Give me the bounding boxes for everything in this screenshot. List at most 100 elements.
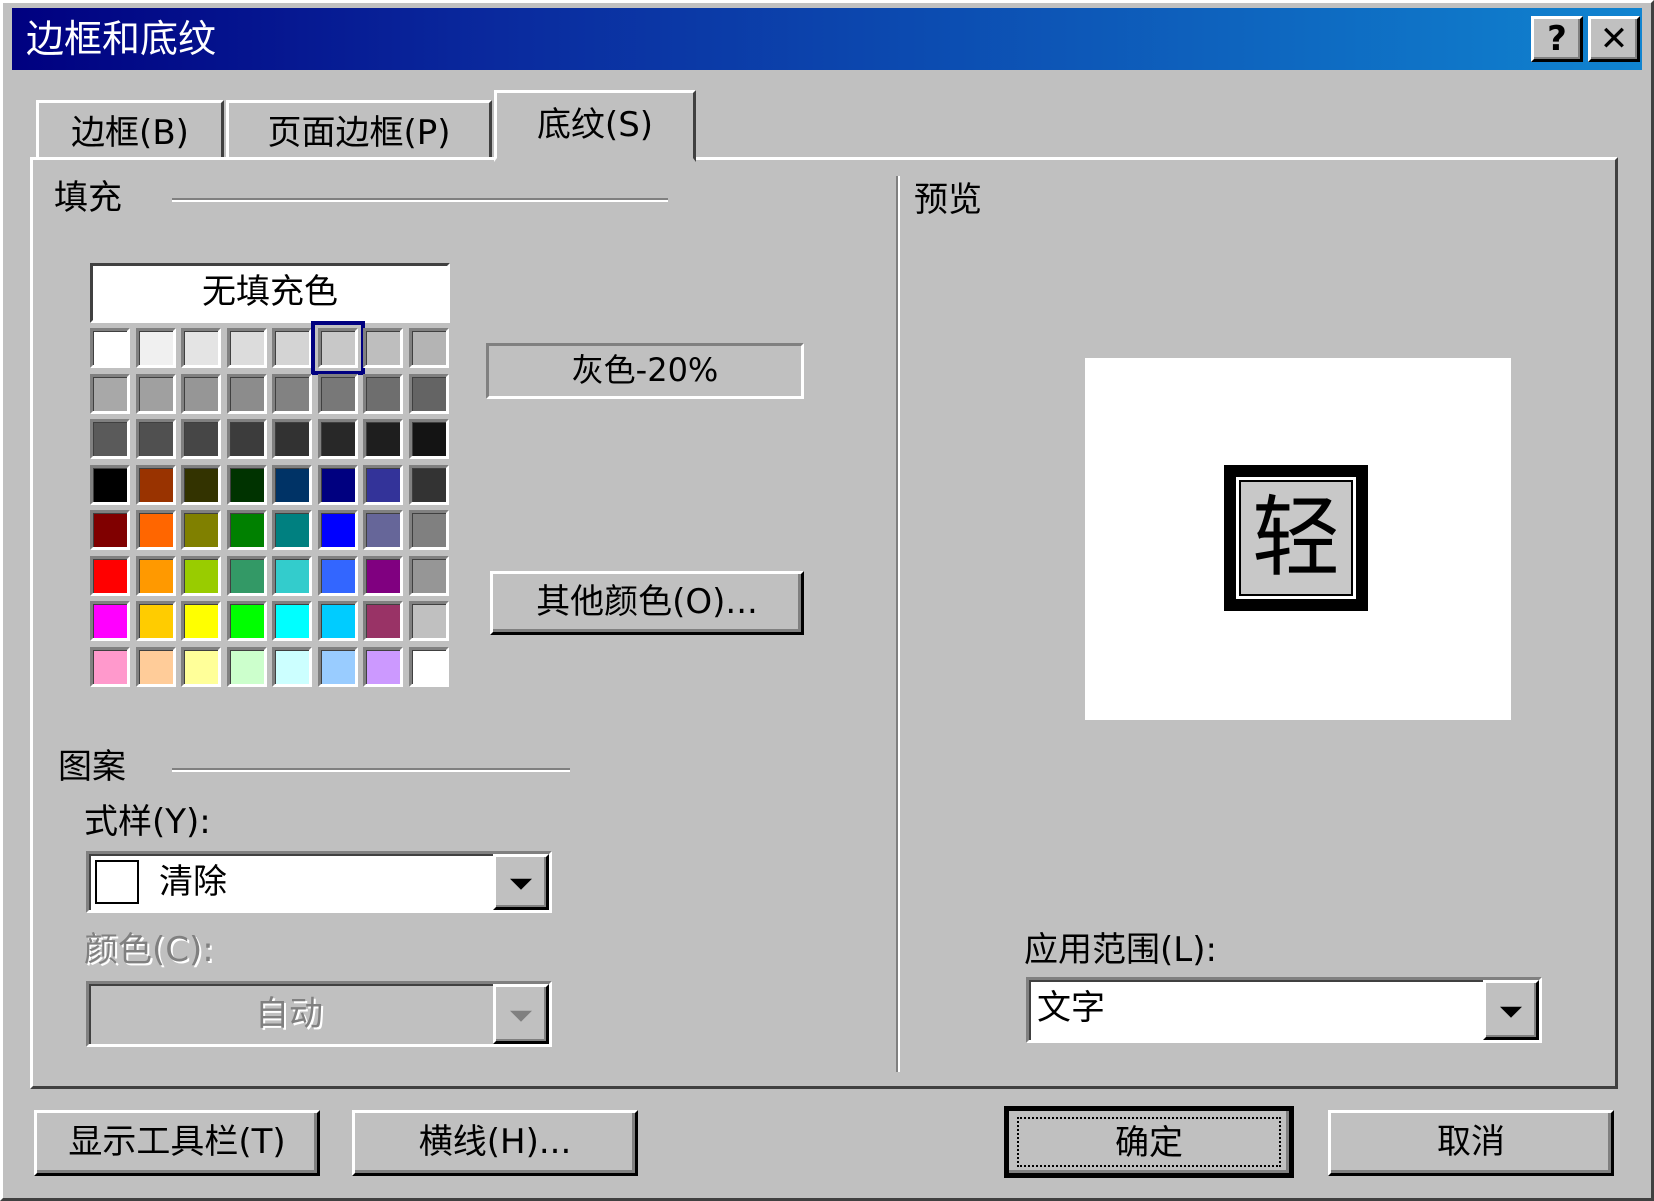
- color-swatch[interactable]: [135, 555, 176, 596]
- tab-borders[interactable]: 边框(B): [36, 100, 224, 160]
- help-icon: ?: [1547, 19, 1567, 59]
- color-swatch[interactable]: [90, 373, 130, 414]
- color-swatch[interactable]: [272, 646, 312, 687]
- color-swatch[interactable]: [408, 555, 449, 596]
- color-swatch[interactable]: [317, 510, 358, 550]
- color-swatch[interactable]: [310, 321, 365, 375]
- color-swatch[interactable]: [135, 601, 176, 641]
- color-swatch[interactable]: [363, 555, 403, 596]
- section-divider: [896, 176, 900, 1072]
- color-swatch[interactable]: [272, 328, 312, 368]
- dialog-title: 边框和底纹: [26, 17, 217, 61]
- chevron-down-icon: [510, 878, 532, 890]
- color-swatch[interactable]: [363, 646, 403, 687]
- color-swatch[interactable]: [90, 601, 130, 641]
- color-swatch[interactable]: [272, 464, 312, 505]
- color-swatch[interactable]: [272, 373, 312, 414]
- style-label: 式样(Y):: [84, 802, 211, 842]
- color-swatch[interactable]: [90, 555, 130, 596]
- color-palette: [90, 321, 450, 692]
- selected-color-name: 灰色-20%: [486, 343, 804, 399]
- color-swatch[interactable]: [317, 464, 358, 505]
- color-swatch[interactable]: [135, 373, 176, 414]
- tab-shading[interactable]: 底纹(S): [494, 90, 696, 162]
- color-dropdown[interactable]: 自动: [86, 981, 552, 1047]
- color-swatch[interactable]: [317, 601, 358, 641]
- apply-to-dropdown-arrow[interactable]: [1483, 980, 1539, 1040]
- ok-button[interactable]: 确定: [1004, 1106, 1294, 1178]
- color-swatch[interactable]: [408, 373, 449, 414]
- color-swatch[interactable]: [90, 464, 130, 505]
- fill-divider: [172, 198, 668, 202]
- style-dropdown-arrow[interactable]: [493, 854, 549, 910]
- color-swatch[interactable]: [408, 510, 449, 550]
- color-swatch[interactable]: [363, 373, 403, 414]
- color-swatch[interactable]: [363, 419, 403, 459]
- color-swatch[interactable]: [135, 464, 176, 505]
- color-swatch[interactable]: [408, 464, 449, 505]
- color-swatch[interactable]: [181, 646, 221, 687]
- close-button[interactable]: ✕: [1588, 16, 1640, 62]
- color-swatch[interactable]: [408, 328, 449, 368]
- color-swatch[interactable]: [181, 601, 221, 641]
- color-swatch[interactable]: [135, 646, 176, 687]
- pattern-swatch-icon: [95, 860, 139, 904]
- color-swatch[interactable]: [317, 555, 358, 596]
- color-swatch[interactable]: [135, 419, 176, 459]
- tab-page-border[interactable]: 页面边框(P): [226, 100, 492, 160]
- color-swatch[interactable]: [272, 419, 312, 459]
- color-swatch[interactable]: [226, 646, 267, 687]
- color-swatch[interactable]: [181, 328, 221, 368]
- help-button[interactable]: ?: [1531, 16, 1583, 62]
- color-swatch[interactable]: [272, 601, 312, 641]
- show-toolbar-button[interactable]: 显示工具栏(T): [34, 1110, 320, 1176]
- apply-to-value: 文字: [1037, 988, 1105, 1028]
- color-swatch[interactable]: [181, 373, 221, 414]
- color-swatch[interactable]: [181, 510, 221, 550]
- pattern-section-label: 图案: [58, 747, 126, 787]
- color-swatch[interactable]: [408, 601, 449, 641]
- color-swatch[interactable]: [363, 328, 403, 368]
- color-swatch[interactable]: [181, 419, 221, 459]
- color-swatch[interactable]: [226, 464, 267, 505]
- color-swatch[interactable]: [90, 328, 130, 368]
- color-swatch[interactable]: [272, 555, 312, 596]
- chevron-down-icon: [510, 1010, 532, 1022]
- title-bar[interactable]: 边框和底纹 ? ✕: [12, 8, 1642, 70]
- cancel-button[interactable]: 取消: [1328, 1110, 1614, 1176]
- no-fill-option[interactable]: 无填充色: [90, 263, 450, 323]
- color-swatch[interactable]: [363, 510, 403, 550]
- color-swatch[interactable]: [408, 419, 449, 459]
- color-swatch[interactable]: [135, 328, 176, 368]
- more-colors-button[interactable]: 其他颜色(O)...: [490, 571, 804, 635]
- preview-sample-border: 轻: [1224, 465, 1368, 611]
- color-swatch[interactable]: [226, 419, 267, 459]
- apply-to-label: 应用范围(L):: [1024, 930, 1217, 970]
- color-swatch[interactable]: [181, 555, 221, 596]
- color-swatch[interactable]: [363, 464, 403, 505]
- color-swatch[interactable]: [317, 419, 358, 459]
- color-swatch[interactable]: [317, 646, 358, 687]
- color-swatch[interactable]: [226, 601, 267, 641]
- color-value: 自动: [255, 994, 323, 1034]
- color-swatch[interactable]: [135, 510, 176, 550]
- chevron-down-icon: [1500, 1006, 1522, 1018]
- color-swatch[interactable]: [90, 419, 130, 459]
- color-swatch[interactable]: [408, 646, 449, 687]
- color-swatch[interactable]: [181, 464, 221, 505]
- color-swatch[interactable]: [226, 328, 267, 368]
- horizontal-line-button[interactable]: 横线(H)...: [352, 1110, 638, 1176]
- style-dropdown[interactable]: 清除: [86, 851, 552, 913]
- color-swatch[interactable]: [226, 373, 267, 414]
- tab-page-border-label: 页面边框(P): [267, 113, 451, 153]
- color-swatch[interactable]: [226, 510, 267, 550]
- apply-to-dropdown[interactable]: 文字: [1026, 977, 1542, 1043]
- color-swatch[interactable]: [90, 510, 130, 550]
- color-swatch[interactable]: [363, 601, 403, 641]
- color-swatch[interactable]: [90, 646, 130, 687]
- color-swatch[interactable]: [272, 510, 312, 550]
- color-dropdown-arrow[interactable]: [493, 984, 549, 1044]
- color-swatch[interactable]: [317, 373, 358, 414]
- close-icon: ✕: [1599, 19, 1629, 59]
- color-swatch[interactable]: [226, 555, 267, 596]
